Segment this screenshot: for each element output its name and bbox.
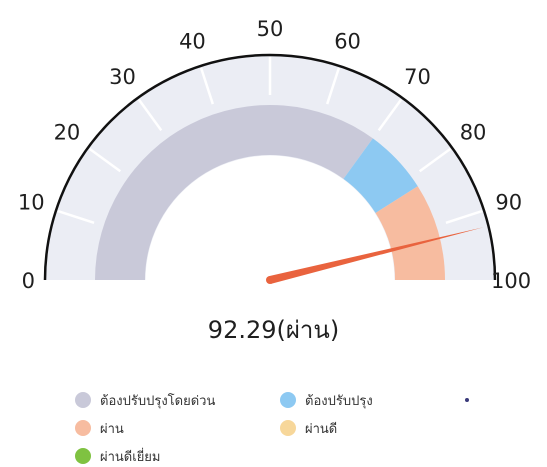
legend-item-excellent[interactable]: ผ่านดีเยี่ยม: [75, 446, 280, 466]
legend-item-pass[interactable]: ผ่าน: [75, 418, 280, 438]
tick-label: 90: [495, 190, 522, 214]
tick-label: 100: [491, 269, 531, 293]
tick-label: 60: [334, 29, 361, 53]
legend: ต้องปรับปรุงโดยด่วน ต้องปรับปรุง ผ่าน ผ่…: [75, 390, 515, 466]
tick-label: 50: [257, 17, 284, 41]
legend-label: ผ่านดีเยี่ยม: [100, 449, 161, 465]
legend-label: ผ่าน: [100, 421, 124, 437]
legend-marker: [75, 392, 91, 408]
legend-label: ต้องปรับปรุง: [305, 393, 373, 409]
tick-label: 40: [179, 29, 206, 53]
tick-label: 30: [109, 65, 136, 89]
tick-label: 70: [404, 65, 431, 89]
tick-label: 80: [460, 120, 487, 144]
gauge-chart: 0 10 20 30 40 50 60 70 80 90 100: [18, 17, 531, 293]
gauge-needle-pivot: [266, 276, 274, 284]
legend-marker: [280, 420, 296, 436]
legend-label: ต้องปรับปรุงโดยด่วน: [100, 393, 216, 409]
gauge-value-label: 92.29(ผ่าน): [207, 316, 340, 344]
legend-item-urgent[interactable]: ต้องปรับปรุงโดยด่วน: [75, 390, 280, 410]
legend-marker: [280, 392, 296, 408]
legend-item-good[interactable]: ผ่านดี: [280, 418, 455, 438]
legend-item-improve[interactable]: ต้องปรับปรุง: [280, 390, 455, 410]
tick-label: 20: [54, 120, 81, 144]
legend-marker: [75, 448, 91, 464]
legend-small-dot: [465, 398, 469, 402]
tick-label: 10: [18, 190, 45, 214]
legend-extra: [455, 390, 515, 410]
tick-label: 0: [22, 269, 35, 293]
legend-label: ผ่านดี: [305, 421, 338, 437]
legend-marker: [75, 420, 91, 436]
legend-spacer: [455, 418, 515, 438]
